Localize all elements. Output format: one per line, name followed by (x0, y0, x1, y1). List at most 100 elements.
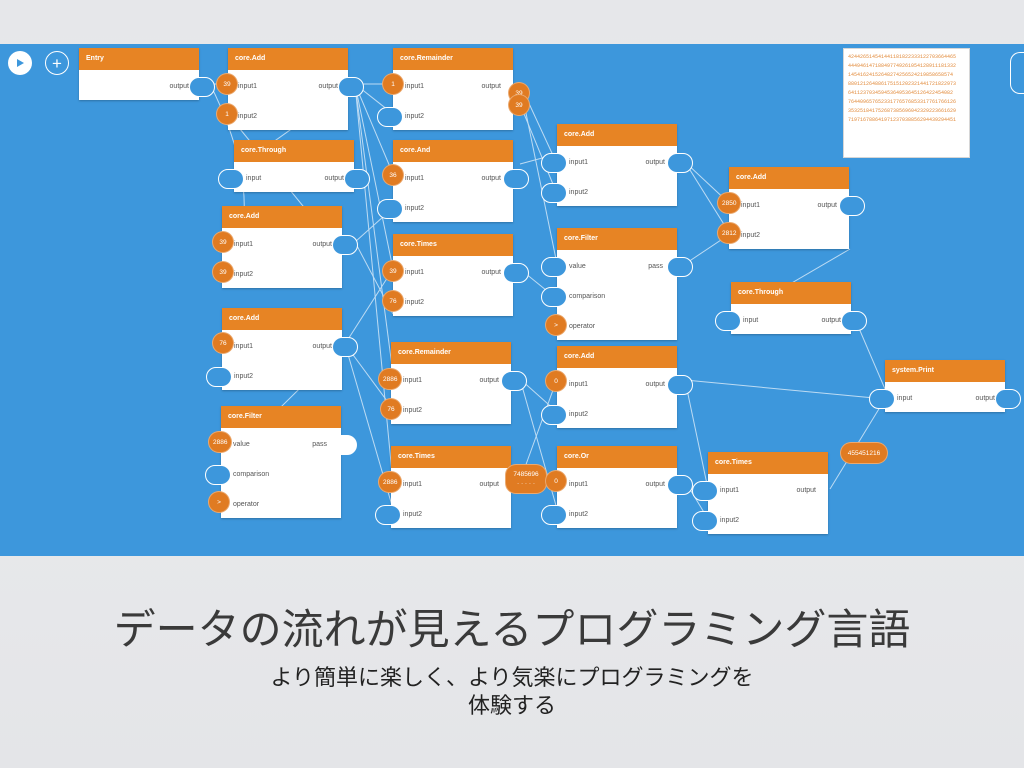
port-input1-label: input1 (720, 487, 740, 494)
value-badge: 2886 (378, 368, 403, 390)
port-comparison[interactable] (205, 465, 231, 485)
output-line: 42442651454144118182233312270366446​5 (848, 54, 957, 60)
port-input2[interactable] (692, 511, 718, 531)
output-line: 71971678864197123703885629443929445​1 (848, 117, 957, 123)
node-core-times-1[interactable]: core.Times input1 input2 output (393, 234, 529, 316)
port-output[interactable] (839, 196, 865, 216)
wire (354, 83, 394, 375)
node-core-remainder-1[interactable]: core.Remainder input1 input2 output (377, 48, 513, 130)
port-output-label: output (479, 377, 499, 384)
port-input2[interactable] (541, 183, 567, 203)
play-icon (17, 59, 24, 67)
node-core-remainder-2[interactable]: core.Remainder input1 input2 output (391, 342, 527, 424)
port-input2-label: input2 (405, 299, 425, 306)
value-badge: 2850 (717, 192, 742, 214)
port-output[interactable] (667, 153, 693, 173)
port-input-label: input (897, 395, 913, 402)
port-input2[interactable] (206, 367, 232, 387)
port-input2[interactable] (541, 405, 567, 425)
node-entry[interactable]: Entry output (79, 48, 215, 100)
port-operator-label: operator (233, 501, 260, 508)
value-badge: · · · · · (516, 480, 536, 487)
node-core-through-1[interactable]: core.Through input output (218, 140, 370, 192)
port-output[interactable] (503, 169, 529, 189)
node-core-and[interactable]: core.And input1 input2 output (377, 140, 529, 222)
port-output[interactable] (501, 371, 527, 391)
node-editor-canvas[interactable]: + Entry output core.Add input1 input2 ou… (0, 44, 1024, 556)
port-value[interactable] (541, 257, 567, 277)
port-input[interactable] (218, 169, 244, 189)
value-badge: 39 (212, 231, 234, 253)
port-output-label: output (796, 487, 816, 494)
port-input2[interactable] (377, 199, 403, 219)
wire (684, 379, 709, 490)
port-input2[interactable] (375, 505, 401, 525)
port-output[interactable] (667, 475, 693, 495)
port-output[interactable] (503, 263, 529, 283)
port-comparison[interactable] (541, 287, 567, 307)
value-badge: 7485696 (513, 471, 539, 478)
port-output-label: output (312, 241, 332, 248)
node-core-times-2[interactable]: core.Times input1 input2 output (375, 446, 511, 528)
port-output[interactable] (995, 389, 1021, 409)
add-node-button[interactable]: + (45, 51, 69, 75)
node-core-or[interactable]: core.Or input1 input2 output (541, 446, 693, 528)
port-input2-label: input2 (234, 271, 254, 278)
output-line: 44494614718849774926105412891118133​2 (848, 63, 957, 69)
port-input2-label: input2 (741, 232, 761, 239)
port-pass-label: pass (648, 263, 663, 270)
port-input1-label: input1 (405, 175, 425, 182)
port-output[interactable] (841, 311, 867, 331)
add-button-label: + (52, 53, 62, 73)
port-input1-label: input1 (741, 202, 761, 209)
value-badge-stack: 7485696 · · · · · (505, 464, 547, 494)
port-comparison-label: comparison (233, 471, 270, 478)
port-output[interactable] (667, 375, 693, 395)
node-core-through-2[interactable]: core.Through input output (715, 282, 867, 334)
wire (354, 83, 394, 485)
port-operator-label: operator (569, 323, 596, 330)
port-output[interactable] (189, 77, 215, 97)
node-title: core.Through (731, 282, 851, 304)
node-system-print[interactable]: system.Print input output (869, 360, 1021, 412)
port-input1[interactable] (541, 153, 567, 173)
output-line: 64112370345945364953645126422454082 (848, 90, 954, 96)
port-output[interactable] (344, 169, 370, 189)
node-title: core.Add (557, 346, 677, 368)
node-core-add-5[interactable]: core.Add input1 input2 output (541, 346, 693, 428)
node-core-times-3[interactable]: core.Times input1 input2 output (692, 452, 828, 534)
node-title: Entry (79, 48, 199, 70)
port-input2[interactable] (377, 107, 403, 127)
port-input1-label: input1 (405, 269, 425, 276)
node-core-filter-1[interactable]: core.Filter value comparison operator pa… (205, 406, 357, 518)
port-input1[interactable] (692, 481, 718, 501)
value-badge: 76 (382, 290, 404, 312)
port-input2[interactable] (541, 505, 567, 525)
node-core-filter-2[interactable]: core.Filter value comparison operator pa… (541, 228, 693, 340)
node-title: core.And (393, 140, 513, 162)
port-output[interactable] (332, 235, 358, 255)
port-output-label: output (817, 202, 837, 209)
value-badge: 39 (212, 261, 234, 283)
output-console: 42442651454144118182233312270366446​5 44… (843, 48, 970, 158)
port-output[interactable] (332, 337, 358, 357)
port-input1-label: input1 (569, 481, 589, 488)
port-input-label: input (743, 317, 759, 324)
port-pass[interactable] (667, 257, 693, 277)
play-button[interactable] (8, 51, 32, 75)
node-core-add-6[interactable]: core.Add input1 input2 output (729, 167, 865, 249)
node-core-add-1[interactable]: core.Add input1 input2 output (228, 48, 364, 130)
node-core-add-4[interactable]: core.Add input1 input2 output (541, 124, 693, 206)
port-input[interactable] (715, 311, 741, 331)
node-core-add-2[interactable]: core.Add input1 input2 output (222, 206, 358, 288)
value-badge: 2886 (208, 431, 233, 453)
value-badge: > (545, 314, 567, 336)
node-title: core.Times (393, 234, 513, 256)
port-output[interactable] (338, 77, 364, 97)
node-title: core.Add (557, 124, 677, 146)
port-output-label: output (645, 159, 665, 166)
port-input[interactable] (869, 389, 895, 409)
node-core-add-3[interactable]: core.Add input1 input2 output (206, 308, 358, 390)
panel-toggle-tab[interactable] (1010, 52, 1024, 94)
port-pass[interactable] (331, 435, 357, 455)
